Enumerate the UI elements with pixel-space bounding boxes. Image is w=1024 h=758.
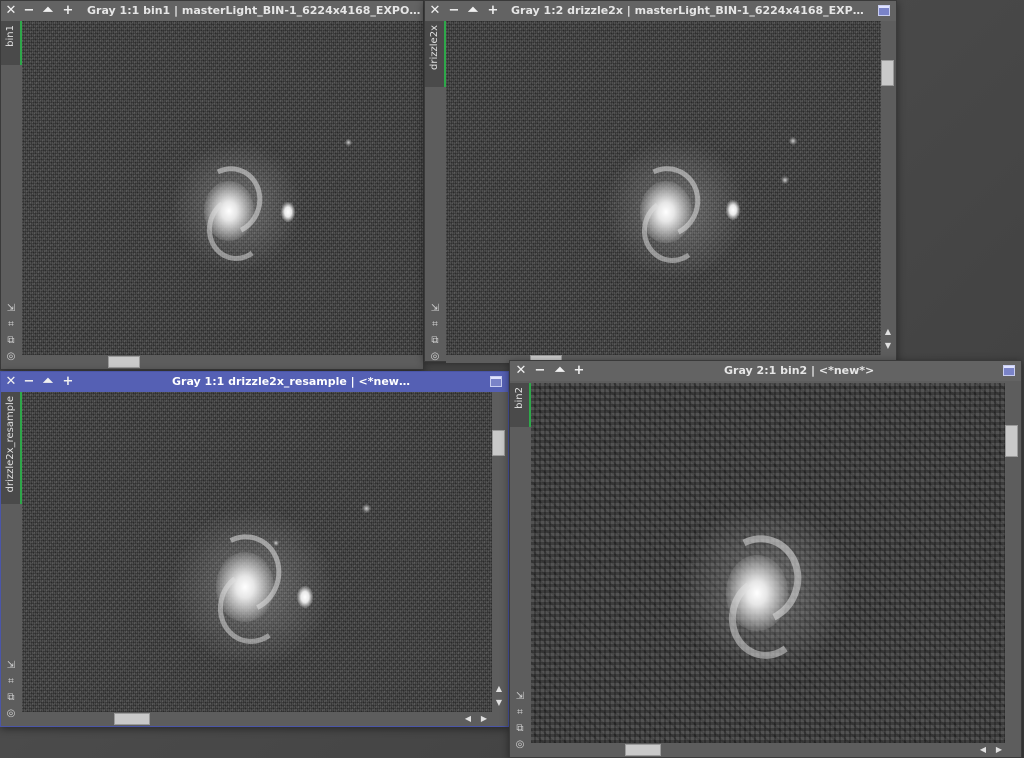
bright-star [726, 200, 740, 220]
target-icon[interactable]: ◎ [5, 708, 17, 720]
left-toolbar: ⇲ ⌗ ⧉ ◎ [1, 65, 20, 369]
pin-icon[interactable]: ⇲ [5, 660, 17, 672]
bright-star [281, 202, 295, 222]
left-toolbar: ⇲ ⌗ ⧉ ◎ [425, 87, 444, 363]
pin-icon[interactable]: ⇲ [514, 691, 526, 703]
view-tab-label: bin1 [5, 25, 16, 47]
fit-icon[interactable]: ⌗ [429, 319, 441, 331]
close-icon[interactable]: ✕ [513, 361, 529, 381]
close-icon[interactable]: ✕ [3, 372, 19, 392]
maximize-icon[interactable] [878, 5, 890, 16]
horizontal-scrollbar[interactable]: ◀ ▶ [531, 743, 1005, 757]
vertical-scrollbar[interactable]: ▲ ▼ [492, 392, 506, 712]
view-tab-drizzle2x[interactable]: drizzle2x [425, 21, 446, 87]
iconize-icon[interactable]: ⏶ [40, 1, 56, 21]
view-tab-label: bin2 [514, 387, 525, 409]
horizontal-scrollbar[interactable] [22, 355, 423, 369]
vertical-scrollbar[interactable] [1005, 383, 1019, 743]
maximize-icon[interactable] [1003, 365, 1015, 376]
shade-icon[interactable]: − [21, 1, 37, 21]
target-icon[interactable]: ◎ [5, 351, 17, 363]
window-title: Gray 2:1 bin2 | <*new*> [724, 364, 875, 377]
titlebar-bin1[interactable]: ✕ − ⏶ + Gray 1:1 bin1 | masterLight_BIN-… [1, 1, 423, 21]
target-icon[interactable]: ◎ [514, 739, 526, 751]
image-canvas[interactable] [446, 21, 881, 355]
pin-icon[interactable]: ⇲ [429, 303, 441, 315]
view-tab-bin1[interactable]: bin1 [1, 21, 22, 65]
scroll-left-icon[interactable]: ◀ [462, 714, 474, 724]
scroll-up-icon[interactable]: ▲ [882, 327, 894, 337]
horizontal-scroll-thumb[interactable] [114, 713, 150, 725]
close-icon[interactable]: ✕ [427, 1, 443, 21]
image-canvas[interactable] [531, 383, 1005, 743]
window-title: Gray 1:1 bin1 | masterLight_BIN-1_6224x4… [87, 4, 423, 17]
image-window-bin2[interactable]: ✕ − ⏶ + Gray 2:1 bin2 | <*new*> bin2 ⇲ ⌗… [509, 360, 1022, 758]
vertical-scroll-thumb[interactable] [881, 60, 894, 86]
iconize-icon[interactable]: ⏶ [465, 1, 481, 21]
target-icon[interactable]: ◎ [429, 351, 441, 363]
scroll-right-icon[interactable]: ▶ [478, 714, 490, 724]
horizontal-scrollbar[interactable]: ◀ ▶ [22, 712, 492, 726]
scroll-down-icon[interactable]: ▼ [493, 698, 505, 708]
maximize-icon[interactable] [490, 376, 502, 387]
image-canvas[interactable] [22, 392, 492, 712]
scroll-left-icon[interactable]: ◀ [977, 745, 989, 755]
titlebar-drizzle2x[interactable]: ✕ − ⏶ + Gray 1:2 drizzle2x | masterLight… [425, 1, 896, 21]
view-tab-label: drizzle2x_resample [5, 396, 16, 493]
iconize-icon[interactable]: ⏶ [40, 372, 56, 392]
zoom-in-icon[interactable]: + [60, 1, 76, 21]
shade-icon[interactable]: − [21, 372, 37, 392]
scroll-up-icon[interactable]: ▲ [493, 684, 505, 694]
shade-icon[interactable]: − [532, 361, 548, 381]
left-toolbar: ⇲ ⌗ ⧉ ◎ [1, 504, 20, 726]
iconize-icon[interactable]: ⏶ [552, 361, 568, 381]
vertical-scrollbar[interactable]: ▲ ▼ [881, 21, 895, 355]
fit-icon[interactable]: ⌗ [5, 319, 17, 331]
horizontal-scroll-thumb[interactable] [625, 744, 661, 756]
horizontal-scroll-thumb[interactable] [108, 356, 140, 368]
left-toolbar: ⇲ ⌗ ⧉ ◎ [510, 427, 529, 757]
fit-icon[interactable]: ⌗ [514, 707, 526, 719]
clone-icon[interactable]: ⧉ [514, 723, 526, 735]
window-title: Gray 1:1 drizzle2x_resample | <*new*> [172, 375, 412, 388]
pin-icon[interactable]: ⇲ [5, 303, 17, 315]
titlebar-drizzle2x-resample[interactable]: ✕ − ⏶ + Gray 1:1 drizzle2x_resample | <*… [1, 372, 508, 392]
fit-icon[interactable]: ⌗ [5, 676, 17, 688]
zoom-in-icon[interactable]: + [571, 361, 587, 381]
clone-icon[interactable]: ⧉ [5, 692, 17, 704]
scroll-down-icon[interactable]: ▼ [882, 341, 894, 351]
view-tab-drizzle2x-resample[interactable]: drizzle2x_resample [1, 392, 22, 504]
image-window-bin1[interactable]: ✕ − ⏶ + Gray 1:1 bin1 | masterLight_BIN-… [0, 0, 424, 370]
image-canvas[interactable] [22, 21, 423, 355]
bright-star [297, 586, 313, 608]
zoom-in-icon[interactable]: + [485, 1, 501, 21]
window-title: Gray 1:2 drizzle2x | masterLight_BIN-1_6… [511, 4, 871, 17]
zoom-in-icon[interactable]: + [60, 372, 76, 392]
vertical-scroll-thumb[interactable] [1005, 425, 1018, 457]
view-tab-bin2[interactable]: bin2 [510, 383, 531, 427]
image-window-drizzle2x[interactable]: ✕ − ⏶ + Gray 1:2 drizzle2x | masterLight… [424, 0, 897, 363]
vertical-scroll-thumb[interactable] [492, 430, 505, 456]
clone-icon[interactable]: ⧉ [5, 335, 17, 347]
close-icon[interactable]: ✕ [3, 1, 19, 21]
scroll-right-icon[interactable]: ▶ [993, 745, 1005, 755]
image-window-drizzle2x-resample[interactable]: ✕ − ⏶ + Gray 1:1 drizzle2x_resample | <*… [0, 371, 509, 727]
titlebar-bin2[interactable]: ✕ − ⏶ + Gray 2:1 bin2 | <*new*> [510, 361, 1021, 381]
view-tab-label: drizzle2x [429, 25, 440, 70]
shade-icon[interactable]: − [446, 1, 462, 21]
clone-icon[interactable]: ⧉ [429, 335, 441, 347]
